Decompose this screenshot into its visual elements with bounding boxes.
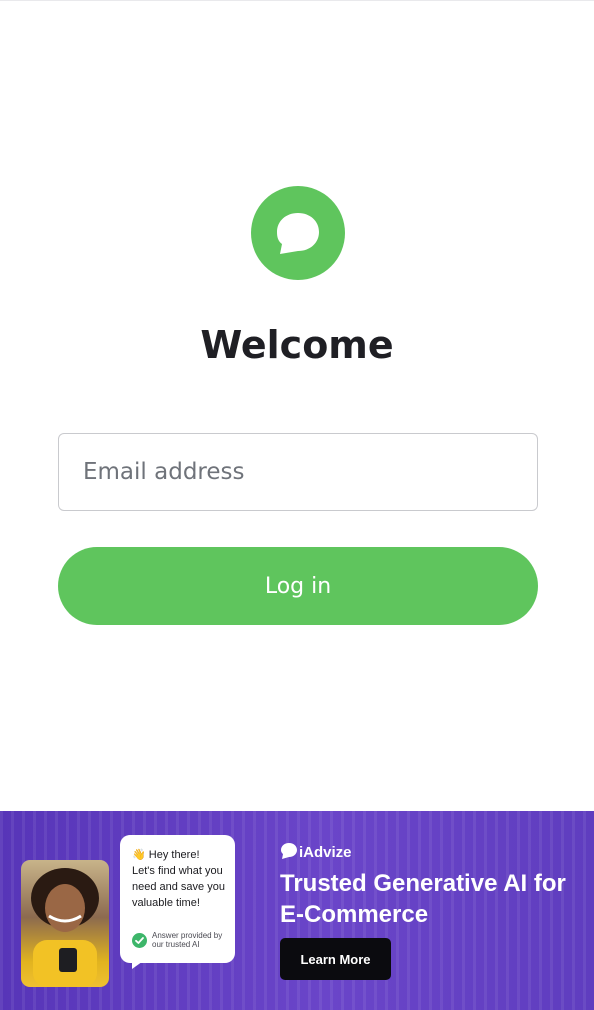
ad-brand-name: iAdvize	[299, 844, 352, 861]
check-circle-icon	[132, 933, 147, 948]
learn-more-button[interactable]: Learn More	[280, 938, 391, 980]
ad-bubble-text: 👋 Hey there! Let's find what you need an…	[132, 847, 232, 911]
email-field[interactable]	[58, 433, 538, 511]
chat-bubble-icon	[251, 186, 345, 280]
ad-answer-text: Answer provided by our trusted AI	[152, 931, 223, 949]
ad-bubble-message: Let's find what you need and save you va…	[132, 865, 225, 909]
ad-bubble-tail	[132, 959, 146, 969]
ad-headline: Trusted Generative AI for E-Commerce	[280, 870, 566, 928]
waving-hand-icon: 👋	[132, 849, 146, 861]
ad-bubble-greeting: Hey there!	[148, 849, 200, 861]
ad-banner[interactable]: 👋 Hey there! Let's find what you need an…	[0, 811, 594, 1010]
page-title: Welcome	[200, 323, 394, 367]
ad-person-photo	[21, 860, 109, 987]
top-divider	[0, 0, 594, 1]
login-button[interactable]: Log in	[58, 547, 538, 625]
ad-chat-bubble: 👋 Hey there! Let's find what you need an…	[120, 835, 235, 963]
speech-bubble-icon	[281, 843, 297, 859]
